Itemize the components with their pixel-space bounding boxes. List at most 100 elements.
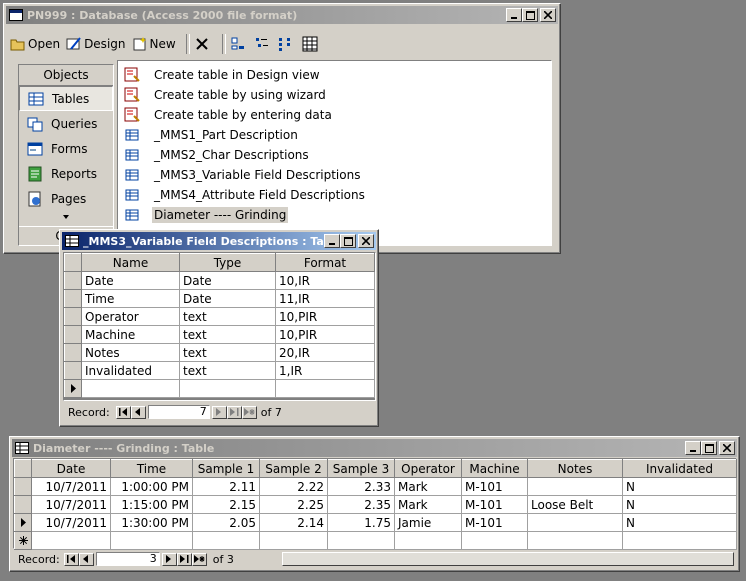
row-selector[interactable] <box>64 325 82 344</box>
last-record-button[interactable] <box>176 552 192 566</box>
list-item[interactable]: _MMS3_Variable Field Descriptions <box>118 165 551 185</box>
cell[interactable]: 10/7/2011 <box>31 477 111 496</box>
small-icons-button[interactable] <box>254 36 272 52</box>
objects-scroll-down[interactable] <box>19 211 113 227</box>
database-titlebar[interactable]: PN999 : Database (Access 2000 file forma… <box>6 6 558 24</box>
list-item[interactable]: _MMS2_Char Descriptions <box>118 145 551 165</box>
previous-record-button[interactable] <box>130 405 146 419</box>
cell[interactable]: Notes <box>81 343 180 362</box>
cell[interactable] <box>179 379 276 398</box>
cell[interactable]: text <box>179 343 276 362</box>
cell[interactable]: M-101 <box>461 513 528 532</box>
close-button[interactable] <box>719 441 735 455</box>
cell[interactable]: 2.14 <box>259 513 328 532</box>
row-selector[interactable] <box>14 477 32 496</box>
row-selector-header[interactable] <box>64 253 82 272</box>
list-view-button[interactable] <box>278 36 296 52</box>
column-header[interactable]: Machine <box>461 459 528 478</box>
cell[interactable] <box>327 531 395 550</box>
row-selector[interactable] <box>14 495 32 514</box>
cell[interactable]: 2.25 <box>259 495 328 514</box>
cell[interactable]: 10,IR <box>275 271 375 290</box>
column-header[interactable]: Type <box>179 253 276 272</box>
cell[interactable]: 20,IR <box>275 343 375 362</box>
list-item[interactable]: Create table by using wizard <box>118 85 551 105</box>
new-record-button[interactable] <box>241 405 257 419</box>
cell[interactable]: Loose Belt <box>527 495 623 514</box>
objects-item-queries[interactable]: Queries <box>19 111 113 136</box>
minimize-button[interactable] <box>685 441 701 455</box>
delete-button[interactable] <box>194 36 212 52</box>
details-view-button[interactable] <box>302 36 320 52</box>
design-button[interactable]: Design <box>66 36 126 52</box>
cell[interactable]: 1:30:00 PM <box>110 513 193 532</box>
column-header[interactable]: Name <box>81 253 180 272</box>
cell[interactable]: Time <box>81 289 180 308</box>
row-selector[interactable] <box>64 271 82 290</box>
list-item-selected[interactable]: Diameter ---- Grinding <box>118 205 551 225</box>
cell[interactable]: 2.22 <box>259 477 328 496</box>
minimize-button[interactable] <box>506 8 522 22</box>
horizontal-scrollbar[interactable] <box>282 552 734 566</box>
cell[interactable] <box>275 379 375 398</box>
current-row-selector[interactable] <box>64 379 82 398</box>
cell[interactable]: text <box>179 361 276 380</box>
column-header[interactable]: Date <box>31 459 111 478</box>
cell[interactable]: Mark <box>394 477 462 496</box>
cell[interactable] <box>527 531 623 550</box>
cell[interactable] <box>192 531 260 550</box>
record-number-field[interactable]: 3 <box>95 552 160 566</box>
cell[interactable]: Jamie <box>394 513 462 532</box>
cell[interactable]: 1:00:00 PM <box>110 477 193 496</box>
cell[interactable]: 2.15 <box>192 495 260 514</box>
column-header[interactable]: Operator <box>394 459 462 478</box>
close-button[interactable] <box>358 234 374 248</box>
new-record-button[interactable] <box>191 552 207 566</box>
cell[interactable]: 1.75 <box>327 513 395 532</box>
minimize-button[interactable] <box>324 234 340 248</box>
cell[interactable]: text <box>179 325 276 344</box>
cell[interactable]: 2.05 <box>192 513 260 532</box>
cell[interactable]: 1:15:00 PM <box>110 495 193 514</box>
grinding-titlebar[interactable]: Diameter ---- Grinding : Table <box>12 439 737 457</box>
previous-record-button[interactable] <box>78 552 94 566</box>
close-button[interactable] <box>540 8 556 22</box>
objects-item-tables[interactable]: Tables <box>19 86 113 111</box>
cell[interactable]: Operator <box>81 307 180 326</box>
cell[interactable]: N <box>622 477 737 496</box>
cell[interactable]: 2.11 <box>192 477 260 496</box>
row-selector[interactable] <box>64 307 82 326</box>
list-item[interactable]: Create table in Design view <box>118 65 551 85</box>
open-button[interactable]: Open <box>10 36 60 52</box>
list-item[interactable]: _MMS4_Attribute Field Descriptions <box>118 185 551 205</box>
cell[interactable]: Date <box>179 271 276 290</box>
cell[interactable]: M-101 <box>461 477 528 496</box>
cell[interactable]: Date <box>81 271 180 290</box>
cell[interactable]: text <box>179 307 276 326</box>
row-selector-header[interactable] <box>14 459 32 478</box>
cell[interactable]: Date <box>179 289 276 308</box>
cell[interactable] <box>527 477 623 496</box>
next-record-button[interactable] <box>161 552 177 566</box>
column-header[interactable]: Sample 3 <box>327 459 395 478</box>
row-selector[interactable] <box>64 361 82 380</box>
cell[interactable] <box>461 531 528 550</box>
objects-item-reports[interactable]: Reports <box>19 161 113 186</box>
record-number-field[interactable]: 7 <box>147 405 210 419</box>
field-descriptions-titlebar[interactable]: _MMS3_Variable Field Descriptions : Tabl… <box>62 232 376 250</box>
cell[interactable] <box>81 379 180 398</box>
cell[interactable] <box>31 531 111 550</box>
cell[interactable] <box>259 531 328 550</box>
cell[interactable] <box>394 531 462 550</box>
column-header[interactable]: Time <box>110 459 193 478</box>
column-header[interactable]: Invalidated <box>622 459 737 478</box>
cell[interactable]: N <box>622 495 737 514</box>
current-row-selector[interactable] <box>14 513 32 532</box>
cell[interactable]: M-101 <box>461 495 528 514</box>
next-record-button[interactable] <box>211 405 227 419</box>
row-selector[interactable] <box>64 343 82 362</box>
cell[interactable]: 11,IR <box>275 289 375 308</box>
new-button[interactable]: New <box>132 36 176 52</box>
maximize-button[interactable] <box>522 8 538 22</box>
cell[interactable]: 10,PIR <box>275 325 375 344</box>
